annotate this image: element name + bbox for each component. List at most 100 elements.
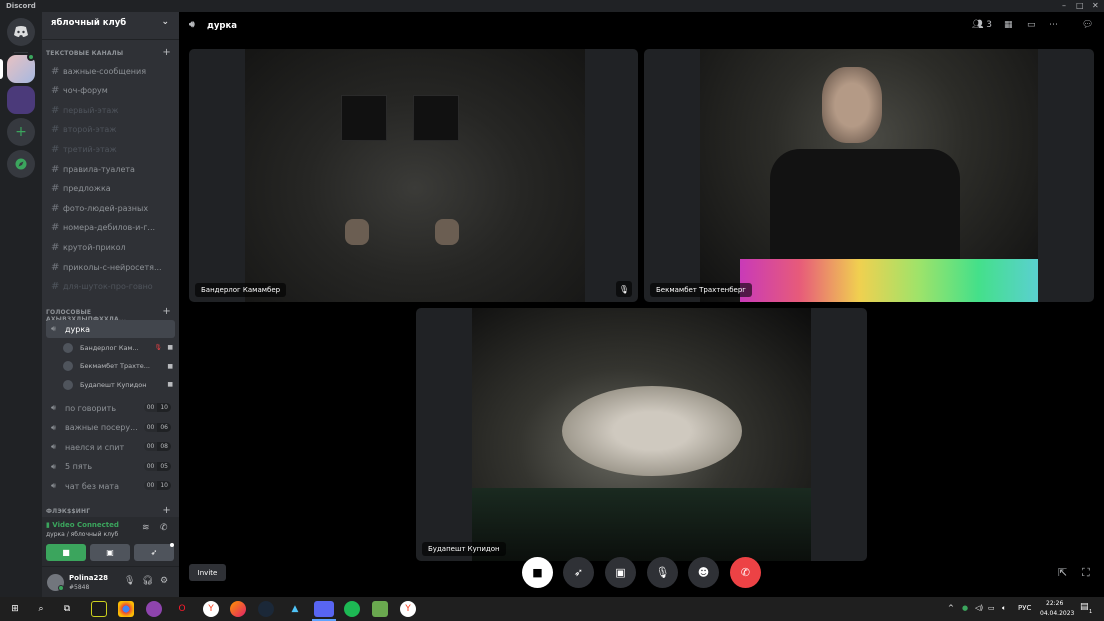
tray-chevron-icon[interactable]: ^ bbox=[948, 604, 954, 612]
home-icon[interactable] bbox=[7, 18, 35, 46]
text-channel-item[interactable]: # номера-дебилов-и-г... bbox=[46, 219, 175, 237]
camera-toggle-button[interactable]: ■ bbox=[522, 557, 553, 588]
video-tile-bekmambet[interactable]: Бекмамбет Трахтенберг bbox=[644, 49, 1094, 302]
pycharm-icon[interactable] bbox=[91, 601, 107, 617]
minimize-button[interactable]: – bbox=[1062, 1, 1066, 10]
text-channel-item[interactable]: # второй-этаж bbox=[46, 121, 175, 139]
invite-button[interactable]: Invite bbox=[189, 564, 226, 581]
browser-icon[interactable] bbox=[146, 601, 162, 617]
noise-suppression-icon[interactable]: ≋ bbox=[142, 523, 150, 533]
clock-date[interactable]: 04.04.2023 bbox=[1040, 610, 1074, 617]
chrome-icon[interactable] bbox=[118, 601, 134, 617]
clock-time[interactable]: 22:26 bbox=[1046, 600, 1063, 607]
hashtag-icon: # bbox=[51, 222, 60, 234]
firefox-icon[interactable] bbox=[230, 601, 246, 617]
server-folder-icon[interactable] bbox=[7, 86, 35, 114]
create-channel-icon[interactable]: + bbox=[162, 306, 171, 317]
headphones-icon[interactable]: 🎧︎ bbox=[142, 576, 153, 586]
torso bbox=[770, 149, 960, 269]
notifications-icon[interactable]: ▤ bbox=[1080, 602, 1089, 612]
close-button[interactable]: ✕ bbox=[1092, 1, 1099, 10]
text-channel-item[interactable]: # предложка bbox=[46, 180, 175, 198]
windows-start-icon[interactable]: ⊞ bbox=[7, 601, 23, 617]
maximize-button[interactable]: □ bbox=[1076, 1, 1084, 10]
text-channel-item[interactable]: # важные-сообщения bbox=[46, 62, 175, 80]
call-header: 🔊︎ дурка 👥︎ 3 ▦ ▭ ⋯ 💬︎ bbox=[179, 12, 1104, 39]
category-label: ФЛЭК$$ИНГ bbox=[46, 508, 91, 515]
channel-name: наелся и спит bbox=[65, 442, 125, 452]
text-channel-item[interactable]: # приколы-с-нейросетя... bbox=[46, 258, 175, 276]
category-fleksing[interactable]: ФЛЭК$$ИНГ + bbox=[46, 505, 173, 516]
voice-channel-item[interactable]: 🔊︎ важные посеру... 00 06 bbox=[46, 419, 175, 437]
screen-share-button[interactable]: ▣ bbox=[605, 557, 636, 588]
microphone-icon[interactable]: 🎙︎ bbox=[124, 576, 135, 586]
screen-icon: ▣ bbox=[615, 566, 626, 579]
activity-button[interactable]: ➶ bbox=[134, 544, 174, 561]
yandex-icon[interactable]: Y bbox=[400, 601, 416, 617]
tray-volume-icon[interactable]: ◁) bbox=[975, 604, 983, 612]
tray-speaker-icon[interactable]: 🔈︎ bbox=[1002, 604, 1006, 613]
steam-icon[interactable] bbox=[258, 601, 274, 617]
text-channel-item[interactable]: # правила-туалета bbox=[46, 160, 175, 178]
text-channel-item[interactable]: # чоч-форум bbox=[46, 82, 175, 100]
muted-mic-icon: 🎙︎ bbox=[616, 281, 632, 297]
discord-logo-icon bbox=[14, 26, 28, 37]
yandex-browser-icon[interactable]: Y bbox=[203, 601, 219, 617]
photos-icon[interactable]: ▲ bbox=[287, 601, 303, 617]
text-channel-item[interactable]: # третий-этаж bbox=[46, 140, 175, 158]
fullscreen-icon[interactable]: ⛶ bbox=[1082, 566, 1090, 580]
voice-user[interactable]: Бекмамбет Трахте... ■ bbox=[62, 358, 175, 375]
discord-taskbar-icon[interactable] bbox=[314, 601, 334, 617]
voice-channel-durka[interactable]: 🔊︎ дурка bbox=[46, 320, 175, 338]
text-channel-item[interactable]: # фото-людей-разных bbox=[46, 199, 175, 217]
voice-channel-item[interactable]: 🔊︎ 5 пять 00 05 bbox=[46, 458, 175, 476]
tray-discord-icon[interactable]: ● bbox=[962, 604, 968, 612]
voice-channel-item[interactable]: 🔊︎ наелся и спит 00 08 bbox=[46, 438, 175, 456]
chat-icon[interactable]: 💬︎ bbox=[1082, 20, 1093, 30]
server-list: + bbox=[0, 12, 42, 597]
popout-icon[interactable]: ⇱ bbox=[1058, 566, 1067, 579]
divider bbox=[14, 52, 28, 53]
channel-name: первый-этаж bbox=[63, 105, 119, 115]
voice-channel-item[interactable]: 🔊︎ чат без мата 00 10 bbox=[46, 477, 175, 495]
video-tile-banderlog[interactable]: Бандерлог Камамбер 🎙︎ bbox=[189, 49, 638, 302]
tray-network-icon[interactable]: ▭ bbox=[988, 604, 995, 612]
category-text-channels[interactable]: ТЕКСТОВЫЕ КАНАЛЫ + bbox=[46, 47, 173, 58]
input-language[interactable]: РУС bbox=[1018, 604, 1031, 612]
layout-grid-icon[interactable]: ▦ bbox=[1004, 20, 1013, 30]
video-feed bbox=[700, 49, 1038, 302]
create-channel-icon[interactable]: + bbox=[162, 505, 171, 516]
user-limit-badge: 00 10 bbox=[143, 403, 171, 412]
mute-button[interactable]: 🎙︎ bbox=[647, 557, 678, 588]
activity-button[interactable]: ➶ bbox=[563, 557, 594, 588]
soundboard-button[interactable]: ☻ bbox=[688, 557, 719, 588]
disconnect-button[interactable]: ✆ bbox=[730, 557, 761, 588]
server-header[interactable]: яблочный клуб ⌄ bbox=[42, 12, 179, 40]
explore-servers-icon[interactable] bbox=[7, 150, 35, 178]
more-options-icon[interactable]: ⋯ bbox=[1049, 20, 1058, 30]
connection-location[interactable]: дурка / яблочный клуб bbox=[46, 531, 118, 538]
voice-user[interactable]: Будапешт Купидон ■ bbox=[62, 376, 175, 393]
task-view-icon[interactable]: ⧉ bbox=[59, 601, 75, 617]
text-channel-item[interactable]: # первый-этаж bbox=[46, 101, 175, 119]
text-channel-item[interactable]: # для-шуток-про-говно bbox=[46, 278, 175, 296]
participants-icon[interactable]: 👥︎ 3 bbox=[972, 20, 992, 30]
hashtag-icon: # bbox=[51, 163, 60, 175]
create-channel-icon[interactable]: + bbox=[162, 47, 171, 58]
search-icon[interactable]: ⌕ bbox=[33, 601, 49, 617]
hashtag-icon: # bbox=[51, 261, 60, 273]
opera-icon[interactable]: O bbox=[174, 601, 190, 617]
add-server-icon[interactable]: + bbox=[7, 118, 35, 146]
game-icon[interactable] bbox=[372, 601, 388, 617]
camera-button[interactable]: ■ bbox=[46, 544, 86, 561]
voice-user[interactable]: Бандерлог Кам... 🎙︎ ■ bbox=[62, 339, 175, 356]
hashtag-icon: # bbox=[51, 281, 60, 293]
settings-gear-icon[interactable]: ⚙ bbox=[160, 576, 168, 586]
voice-channel-item[interactable]: 🔊︎ по говорить 00 10 bbox=[46, 399, 175, 417]
popout-icon[interactable]: ▭ bbox=[1027, 20, 1036, 30]
screen-share-button[interactable]: ▣ bbox=[90, 544, 130, 561]
spotify-icon[interactable] bbox=[344, 601, 360, 617]
disconnect-icon[interactable]: ✆ bbox=[160, 523, 168, 533]
text-channel-item[interactable]: # крутой-прикол bbox=[46, 238, 175, 256]
video-tile-budapesht[interactable]: Будапешт Купидон bbox=[416, 308, 867, 561]
